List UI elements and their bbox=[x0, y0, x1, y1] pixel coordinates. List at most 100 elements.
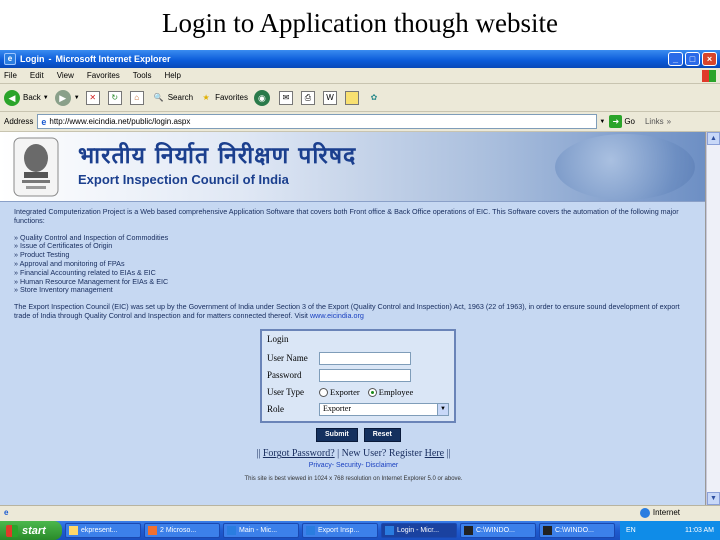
eicindia-link[interactable]: www.eicindia.org bbox=[310, 311, 364, 320]
taskbar-item-active[interactable]: Login - Micr... bbox=[381, 523, 457, 538]
home-button[interactable]: ⌂ bbox=[129, 90, 146, 105]
policy-links: Privacy- Security- Disclaimer bbox=[308, 462, 399, 470]
banner-hindi-title: भारतीय निर्यात निरीक्षण परिषद bbox=[78, 143, 357, 169]
address-dropdown-icon[interactable]: ▼ bbox=[599, 119, 605, 125]
role-select[interactable]: Exporter ▼ bbox=[319, 402, 449, 416]
ie-icon bbox=[385, 526, 394, 535]
slide-title: Login to Application though website bbox=[162, 8, 558, 38]
account-links: || Forgot Password? | New User? Register… bbox=[14, 448, 693, 460]
close-icon[interactable]: × bbox=[702, 52, 717, 66]
intro-text: Integrated Computerization Project is a … bbox=[14, 207, 679, 225]
window-title-app: Login bbox=[20, 54, 45, 64]
scroll-up-icon[interactable]: ▲ bbox=[707, 132, 720, 145]
forgot-password-link[interactable]: Forgot Password? bbox=[263, 448, 335, 459]
stop-button[interactable]: ✕ bbox=[85, 90, 102, 105]
taskbar-item[interactable]: C:\WINDO... bbox=[460, 523, 536, 538]
messenger-button[interactable]: ✿ bbox=[367, 91, 383, 105]
status-bar: e Internet bbox=[0, 505, 720, 519]
taskbar-item[interactable]: Export Insp... bbox=[302, 523, 378, 538]
disclaimer-link[interactable]: Disclaimer bbox=[366, 462, 399, 469]
go-button[interactable]: ➜ Go bbox=[609, 115, 635, 128]
menu-file[interactable]: File bbox=[4, 71, 17, 80]
zone-label: Internet bbox=[652, 508, 680, 517]
menu-help[interactable]: Help bbox=[164, 71, 180, 80]
links-label[interactable]: Links bbox=[645, 117, 664, 126]
discuss-button[interactable] bbox=[344, 90, 361, 105]
address-input[interactable]: e http://www.eicindia.net/public/login.a… bbox=[37, 114, 598, 129]
emblem-icon bbox=[13, 137, 59, 197]
submit-button[interactable]: Submit bbox=[316, 427, 358, 443]
search-icon: 🔍 bbox=[153, 92, 164, 102]
password-input[interactable] bbox=[319, 368, 411, 382]
media-button[interactable]: ◉ bbox=[253, 89, 273, 106]
taskbar: start ekpresent... 2 Microso... Main - M… bbox=[0, 521, 720, 540]
address-bar: Address e http://www.eicindia.net/public… bbox=[0, 112, 720, 132]
register-here-link[interactable]: Here bbox=[425, 448, 444, 459]
clock: 11:03 AM bbox=[684, 527, 714, 534]
window-title-browser: Microsoft Internet Explorer bbox=[55, 54, 171, 64]
reset-button[interactable]: Reset bbox=[363, 427, 401, 443]
usertype-exporter-option[interactable]: Exporter bbox=[319, 386, 360, 397]
employee-radio[interactable] bbox=[367, 387, 377, 397]
taskbar-item[interactable]: 2 Microso... bbox=[144, 523, 220, 538]
folder-icon bbox=[344, 90, 359, 105]
links-divider: || bbox=[256, 448, 261, 460]
privacy-link[interactable]: Privacy bbox=[309, 462, 332, 469]
menu-edit[interactable]: Edit bbox=[30, 71, 44, 80]
exporter-radio[interactable] bbox=[319, 387, 328, 397]
chevron-down-icon[interactable]: ▼ bbox=[437, 403, 448, 415]
menubar: File Edit View Favorites Tools Help bbox=[0, 68, 720, 84]
back-label: Back bbox=[23, 93, 41, 102]
links-chevron-icon[interactable]: » bbox=[667, 117, 671, 126]
taskbar-item-label: C:\WINDO... bbox=[476, 527, 515, 534]
taskbar-item[interactable]: C:\WINDO... bbox=[539, 523, 615, 538]
usertype-employee-option[interactable]: Employee bbox=[367, 387, 413, 397]
print-icon: ⎙ bbox=[300, 90, 315, 105]
console-icon bbox=[543, 526, 552, 535]
taskbar-item-label: ekpresent... bbox=[81, 527, 118, 534]
new-user-text: | New User? Register bbox=[337, 448, 423, 460]
console-icon bbox=[464, 526, 473, 535]
print-button[interactable]: ⎙ bbox=[300, 90, 317, 105]
forward-button[interactable]: ▶ ▼ bbox=[54, 89, 80, 106]
vertical-scrollbar[interactable]: ▲ ▼ bbox=[706, 132, 720, 505]
taskbar-item-label: 2 Microso... bbox=[160, 527, 197, 534]
security-link[interactable]: Security bbox=[336, 462, 361, 469]
taskbar-item-label: Main - Mic... bbox=[239, 527, 278, 534]
exporter-label: Exporter bbox=[330, 386, 360, 397]
back-dropdown-icon[interactable]: ▼ bbox=[43, 95, 49, 101]
maximize-icon[interactable]: □ bbox=[685, 52, 700, 66]
taskbar-item[interactable]: ekpresent... bbox=[65, 523, 141, 538]
list-item: » Issue of Certificates of Origin bbox=[14, 241, 113, 251]
refresh-button[interactable]: ↻ bbox=[107, 90, 124, 105]
menu-view[interactable]: View bbox=[57, 71, 74, 80]
edit-button[interactable]: W bbox=[322, 90, 339, 105]
menu-favorites[interactable]: Favorites bbox=[87, 71, 120, 80]
security-zone: Internet bbox=[639, 507, 680, 518]
taskbar-item[interactable]: Main - Mic... bbox=[223, 523, 299, 538]
list-item: » Store Inventory management bbox=[14, 285, 113, 295]
minimize-icon[interactable]: _ bbox=[668, 52, 683, 66]
list-item: » Human Resource Management for EIAs & E… bbox=[14, 276, 169, 286]
form-buttons: Submit Reset bbox=[316, 427, 693, 443]
forward-dropdown-icon[interactable]: ▼ bbox=[74, 95, 80, 101]
username-input[interactable] bbox=[319, 351, 411, 365]
window-titlebar: e Login - Microsoft Internet Explorer _ … bbox=[0, 50, 720, 68]
search-button[interactable]: 🔍 Search bbox=[152, 91, 193, 105]
usertype-row: User Type Exporter Employee bbox=[267, 384, 449, 401]
start-button[interactable]: start bbox=[0, 521, 62, 540]
back-button[interactable]: ◀ Back ▼ bbox=[4, 89, 49, 106]
mail-button[interactable]: ✉ bbox=[278, 90, 295, 105]
window-controls: _ □ × bbox=[668, 52, 720, 66]
browser-window: e Login - Microsoft Internet Explorer _ … bbox=[0, 50, 720, 540]
forward-arrow-icon: ▶ bbox=[54, 89, 71, 106]
language-indicator[interactable]: EN bbox=[626, 527, 636, 534]
function-list: » Quality Control and Inspection of Comm… bbox=[14, 233, 693, 296]
ie-icon bbox=[227, 526, 236, 535]
links-divider: || bbox=[446, 448, 451, 460]
menu-tools[interactable]: Tools bbox=[133, 71, 152, 80]
folder-icon bbox=[69, 526, 78, 535]
scroll-down-icon[interactable]: ▼ bbox=[707, 492, 720, 505]
favorites-button[interactable]: ★ Favorites bbox=[199, 91, 248, 105]
address-label: Address bbox=[4, 117, 34, 126]
